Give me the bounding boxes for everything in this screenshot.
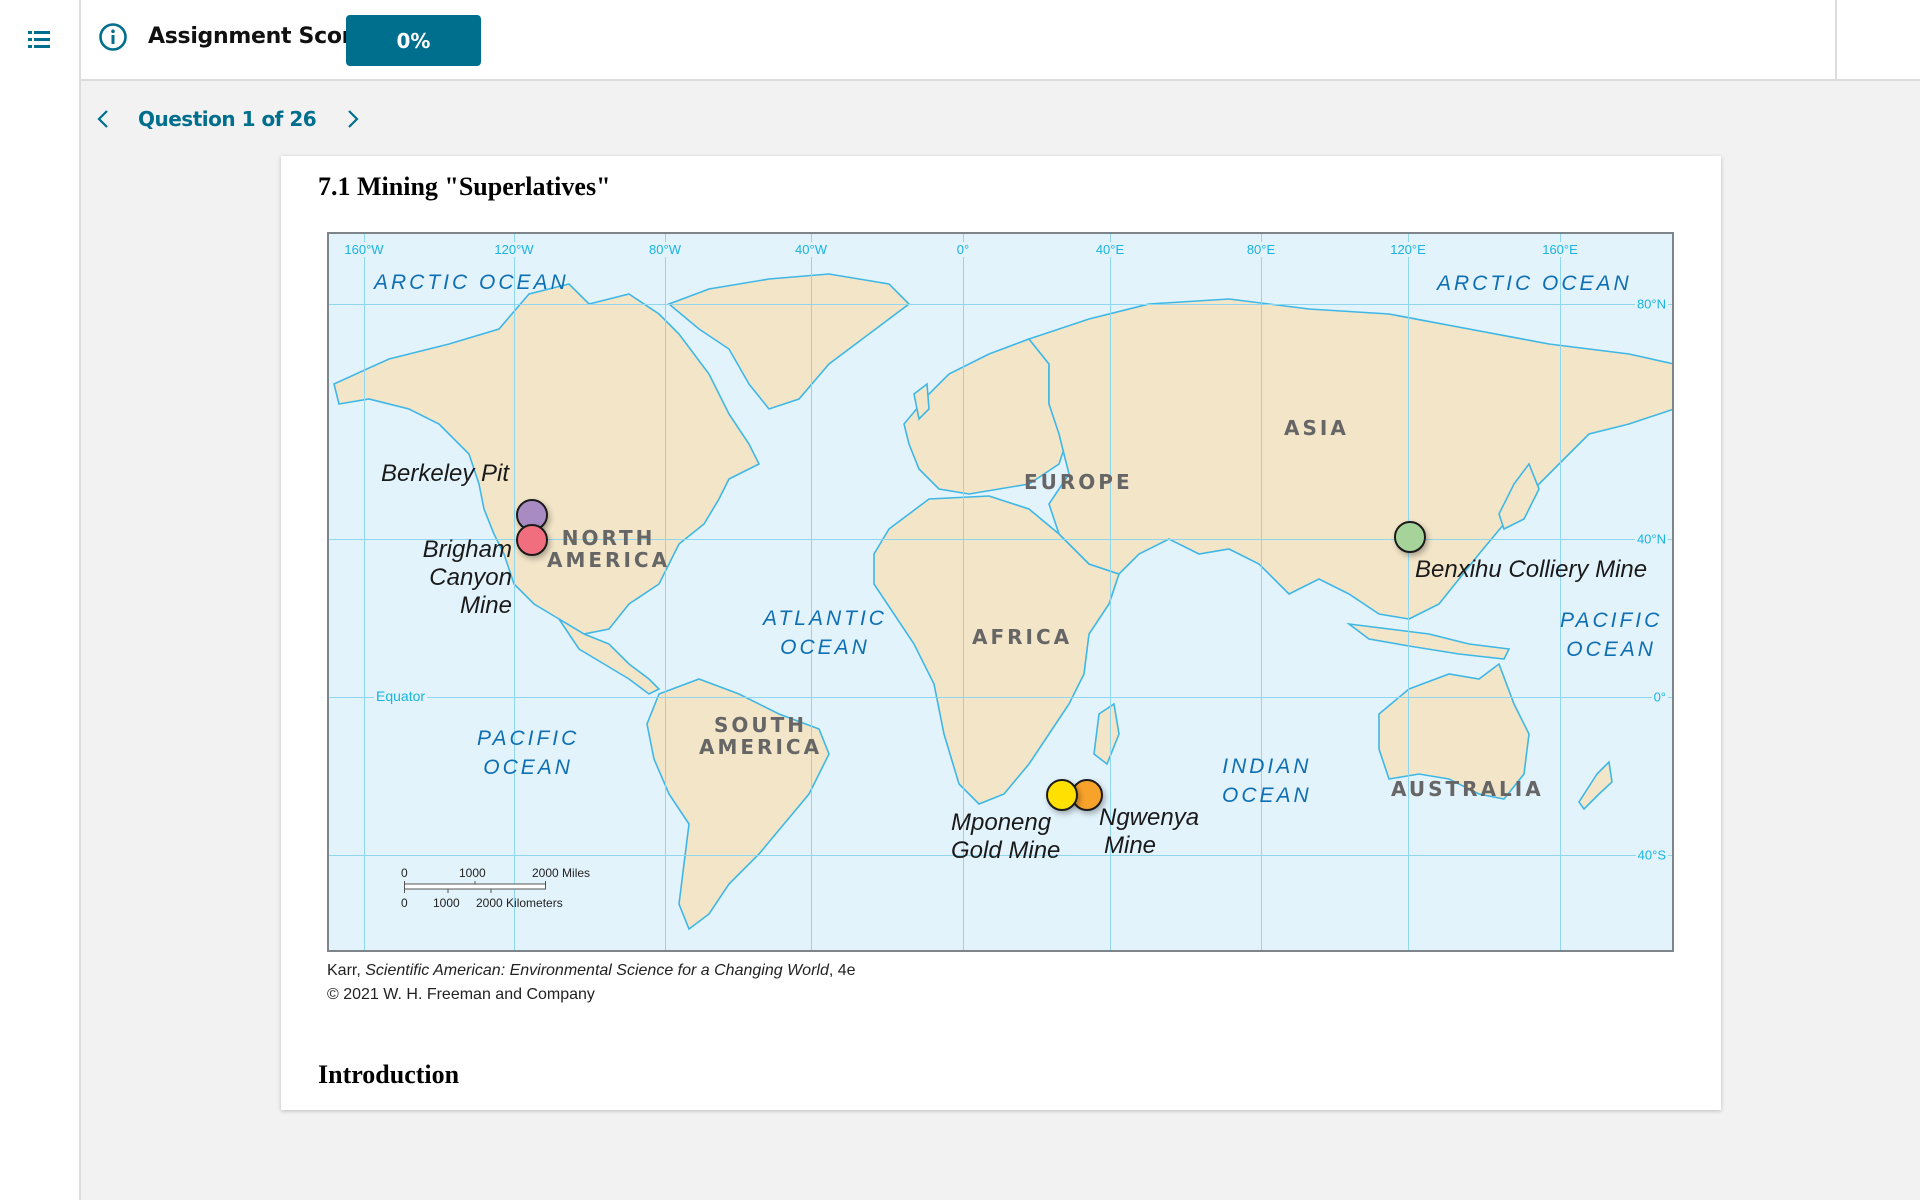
previous-question-button[interactable] xyxy=(92,108,114,130)
grid-line xyxy=(1408,234,1409,950)
longitude-label: 40°E xyxy=(1093,242,1127,257)
image-credit: Karr, Scientific American: Environmental… xyxy=(327,959,856,1007)
credit-copyright: © 2021 W. H. Freeman and Company xyxy=(327,986,595,1003)
mine-label-ngwenya: Ngwenya Mine xyxy=(1099,804,1200,859)
mine-label-mponeng: Mponeng Gold Mine xyxy=(951,809,1061,864)
info-button[interactable] xyxy=(98,22,128,52)
section-heading-introduction: Introduction xyxy=(318,1060,460,1089)
menu-button[interactable] xyxy=(22,24,58,56)
assignment-score-label: Assignment Score: xyxy=(148,24,376,49)
land-madagascar xyxy=(1093,702,1120,766)
grid-line xyxy=(811,234,812,950)
world-map: 160°W 120°W 80°W 40°W 0° 40°E 80°E 120°E… xyxy=(327,232,1674,952)
marker-mponeng[interactable] xyxy=(1046,779,1078,811)
sidebar xyxy=(0,0,81,1200)
latitude-label: 80°N xyxy=(1634,296,1668,312)
mine-label-benxihu: Benxihu Colliery Mine xyxy=(1415,556,1648,583)
ocean-label-atlantic: ATLANTIC OCEAN xyxy=(763,607,887,659)
grid-line xyxy=(665,234,666,950)
continent-label-europe: EUROPE xyxy=(1024,470,1133,494)
ocean-label-pacific-west: PACIFIC OCEAN xyxy=(477,727,580,779)
ocean-label-arctic-west: ARCTIC OCEAN xyxy=(374,271,569,294)
land-new-zealand xyxy=(1578,760,1613,811)
longitude-label: 160°W xyxy=(342,242,386,257)
continent-label-south-america: SOUTH AMERICA xyxy=(699,713,823,759)
longitude-label: 160°E xyxy=(1540,242,1580,257)
ocean-label-pacific-east: PACIFIC OCEAN xyxy=(1560,609,1663,661)
equator-label: Equator xyxy=(374,688,428,704)
next-question-button[interactable] xyxy=(342,108,364,130)
continent-label-north-america: NORTH AMERICA xyxy=(547,526,671,572)
longitude-label: 80°E xyxy=(1244,242,1278,257)
grid-line xyxy=(329,697,1672,698)
info-circle-icon xyxy=(99,23,127,51)
scale-bar: 0 1000 2000 Miles 0 1000 2000 Kilometers xyxy=(401,866,591,910)
continent-label-asia: ASIA xyxy=(1284,416,1349,440)
longitude-label: 120°E xyxy=(1388,242,1428,257)
longitude-label: 120°W xyxy=(492,242,536,257)
grid-line xyxy=(364,234,365,950)
latitude-label: 40°S xyxy=(1635,847,1668,863)
land-north-america xyxy=(333,283,761,635)
question-counter[interactable]: Question 1 of 26 xyxy=(138,107,317,131)
latitude-label: 40°N xyxy=(1634,531,1668,547)
mine-label-berkeley-pit: Berkeley Pit xyxy=(381,460,510,487)
topbar-divider xyxy=(1835,0,1837,81)
land-indonesia xyxy=(1346,622,1511,660)
grid-line xyxy=(1560,234,1561,950)
longitude-label: 40°W xyxy=(793,242,829,257)
ocean-label-arctic-east: ARCTIC OCEAN xyxy=(1437,272,1632,295)
question-navigation: Question 1 of 26 xyxy=(92,104,364,134)
land-central-america xyxy=(558,618,661,695)
assignment-score-value: 0% xyxy=(396,28,431,53)
chevron-left-icon xyxy=(97,110,108,128)
credit-citation: Karr, Scientific American: Environmental… xyxy=(327,962,856,979)
grid-line xyxy=(329,304,1672,305)
scale-bar-ruler xyxy=(404,881,546,893)
question-title: 7.1 Mining "Superlatives" xyxy=(318,172,611,201)
marker-brigham-canyon[interactable] xyxy=(516,524,548,556)
grid-line xyxy=(1261,234,1262,950)
ocean-label-indian: INDIAN OCEAN xyxy=(1222,755,1312,807)
list-icon xyxy=(28,31,50,48)
latitude-label: 0° xyxy=(1651,689,1668,705)
grid-line xyxy=(514,234,515,950)
continent-label-africa: AFRICA xyxy=(972,625,1073,649)
question-card: 7.1 Mining "Superlatives" 160°W 120°W 80… xyxy=(281,156,1721,1110)
assignment-score-badge[interactable]: 0% xyxy=(346,15,481,66)
longitude-label: 80°W xyxy=(647,242,683,257)
continent-label-australia: AUSTRALIA xyxy=(1391,777,1544,801)
chevron-right-icon xyxy=(348,110,359,128)
longitude-label: 0° xyxy=(954,242,972,257)
mine-label-brigham-canyon: Brigham Canyon Mine xyxy=(422,536,512,619)
marker-benxihu[interactable] xyxy=(1394,521,1426,553)
